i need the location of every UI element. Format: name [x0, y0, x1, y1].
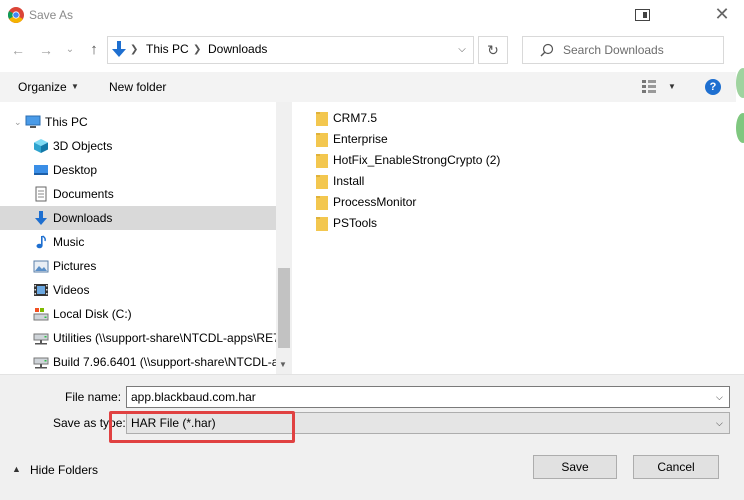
background-badge: [736, 113, 744, 143]
file-name: HotFix_EnableStrongCrypto (2): [333, 153, 501, 167]
cancel-button[interactable]: Cancel: [633, 455, 719, 479]
background-badge: [736, 68, 744, 98]
nav-item-build-share[interactable]: Build 7.96.6401 (\\support-share\NTCDL-a…: [0, 350, 285, 374]
help-icon[interactable]: ?: [705, 79, 721, 95]
navigation-pane: ⌄ This PC 3D Objects Desktop Documents D…: [0, 102, 292, 374]
back-button[interactable]: ←: [8, 40, 28, 60]
nav-label: Build 7.96.6401 (\\support-share\NTCDL-a…: [53, 355, 286, 369]
caret-up-icon[interactable]: ▲: [12, 464, 21, 474]
file-name: PSTools: [333, 216, 378, 230]
chevron-down-icon[interactable]: ⌵: [716, 418, 723, 429]
save-button[interactable]: Save: [533, 455, 617, 479]
folder-icon: [316, 175, 328, 189]
snap-layout-icon[interactable]: [635, 9, 650, 21]
nav-label: Utilities (\\support-share\NTCDL-apps\RE…: [53, 331, 280, 345]
nav-label: Music: [53, 235, 85, 249]
nav-item-documents[interactable]: Documents: [0, 182, 276, 206]
nav-label: This PC: [45, 115, 88, 129]
view-options-icon[interactable]: [642, 80, 656, 94]
background-window: [736, 60, 744, 380]
file-name: ProcessMonitor: [333, 195, 417, 209]
nav-label: Desktop: [53, 163, 98, 177]
organize-button[interactable]: Organize: [18, 80, 67, 94]
chevron-right-icon[interactable]: ❯: [130, 44, 138, 55]
recent-locations-icon[interactable]: ⌄: [62, 40, 78, 60]
desktop-icon: [34, 165, 48, 175]
forward-button[interactable]: →: [36, 40, 56, 60]
nav-label: Local Disk (C:): [53, 307, 132, 321]
caret-down-icon[interactable]: ▼: [71, 82, 79, 91]
search-icon: [540, 43, 554, 57]
filename-value[interactable]: app.blackbaud.com.har: [131, 390, 256, 404]
video-icon: [34, 284, 48, 296]
close-button[interactable]: ✕: [712, 4, 732, 24]
folder-icon: [316, 154, 328, 168]
nav-item-desktop[interactable]: Desktop: [0, 158, 276, 182]
nav-item-pictures[interactable]: Pictures: [0, 254, 276, 278]
up-arrow-icon[interactable]: ↑: [84, 40, 104, 60]
refresh-button[interactable]: ↻: [478, 36, 508, 64]
scroll-down-icon[interactable]: ▼: [279, 360, 287, 369]
folder-icon: [316, 217, 328, 231]
pictures-icon: [33, 260, 49, 273]
chrome-icon: [8, 7, 24, 23]
nav-label: Downloads: [53, 211, 113, 225]
hide-folders-label[interactable]: Hide Folders: [30, 463, 98, 477]
nav-item-downloads[interactable]: Downloads: [0, 206, 276, 230]
search-input[interactable]: [563, 42, 713, 58]
document-icon: [35, 186, 47, 202]
nav-item-local-disk[interactable]: Local Disk (C:): [0, 302, 276, 326]
nav-label: Documents: [53, 187, 114, 201]
nav-item-utilities-share[interactable]: Utilities (\\support-share\NTCDL-apps\RE…: [0, 326, 280, 350]
cube-icon: [34, 139, 48, 153]
breadcrumb-this-pc[interactable]: This PC: [146, 42, 189, 56]
chevron-right-icon[interactable]: ❯: [193, 44, 201, 55]
nav-label: 3D Objects: [53, 139, 113, 153]
new-folder-button[interactable]: New folder: [109, 80, 166, 94]
nav-item-videos[interactable]: Videos: [0, 278, 276, 302]
nav-item-this-pc[interactable]: ⌄ This PC: [0, 110, 276, 134]
nav-scrollbar-thumb[interactable]: [278, 268, 290, 348]
nav-label: Pictures: [53, 259, 97, 273]
breadcrumb-downloads[interactable]: Downloads: [208, 42, 267, 56]
download-icon: [35, 211, 47, 225]
network-drive-icon: [33, 357, 49, 369]
drive-icon: [33, 308, 49, 321]
nav-item-music[interactable]: Music: [0, 230, 276, 254]
window-title: Save As: [29, 8, 74, 22]
network-drive-icon: [33, 333, 49, 345]
file-name: Install: [333, 174, 365, 188]
chevron-down-icon[interactable]: ⌵: [455, 43, 469, 57]
filename-label: File name:: [65, 390, 122, 404]
file-name: Enterprise: [333, 132, 388, 146]
nav-item-3d-objects[interactable]: 3D Objects: [0, 134, 276, 158]
folder-icon: [316, 112, 328, 126]
computer-icon: [25, 115, 41, 128]
caret-down-icon[interactable]: ▼: [668, 82, 676, 91]
chevron-down-icon[interactable]: ⌵: [716, 392, 723, 403]
nav-label: Videos: [53, 283, 90, 297]
music-icon: [36, 235, 46, 249]
folder-icon: [316, 133, 328, 147]
title-bar: [0, 0, 744, 30]
annotation-highlight: [109, 411, 295, 443]
download-folder-icon: [112, 41, 126, 57]
file-name: CRM7.5: [333, 111, 378, 125]
folder-icon: [316, 196, 328, 210]
